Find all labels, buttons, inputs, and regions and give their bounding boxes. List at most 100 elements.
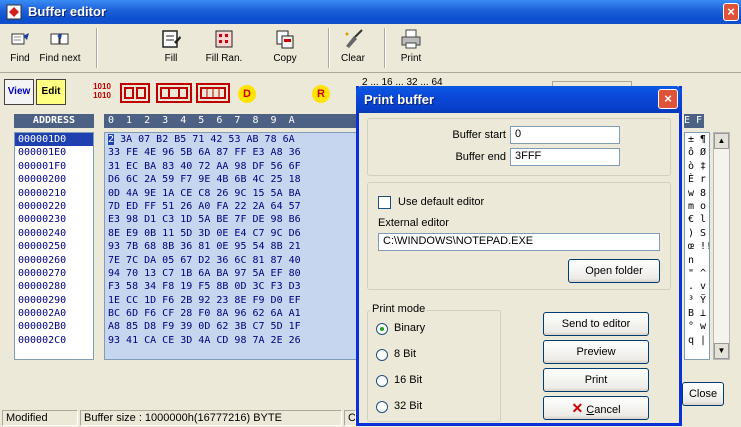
ascii-row[interactable]: ± ¶: [685, 133, 709, 146]
mode-8bit-radio[interactable]: [376, 349, 388, 361]
print-buffer-dialog: Print buffer × Buffer start 0 Buffer end…: [356, 86, 682, 426]
editor-group: Use default editor External editor C:\WI…: [367, 182, 671, 290]
ascii-row[interactable]: n: [685, 254, 709, 267]
ascii-row[interactable]: w 8: [685, 187, 709, 200]
random-button[interactable]: R: [312, 85, 330, 103]
mode-16bit-radio[interactable]: [376, 375, 388, 387]
dialog-print-button[interactable]: Print: [543, 368, 649, 392]
address-row[interactable]: 00000210: [15, 187, 93, 200]
buffer-start-label: Buffer start: [452, 129, 506, 141]
external-editor-input[interactable]: C:\WINDOWS\NOTEPAD.EXE: [378, 233, 660, 251]
find-next-button[interactable]: Find next: [36, 26, 84, 70]
ascii-row[interactable]: ³ Ÿ: [685, 294, 709, 307]
fill-button[interactable]: Fill: [156, 26, 186, 70]
mode-32bit-radio[interactable]: [376, 401, 388, 413]
cancel-button[interactable]: ✕ Cancel: [543, 396, 649, 420]
byte-grid-icon: [124, 87, 146, 99]
printer-icon: [401, 29, 421, 49]
find-label: Find: [10, 53, 30, 64]
address-row[interactable]: 00000280: [15, 280, 93, 293]
status-mode: Modified: [2, 410, 78, 426]
range-group: Buffer start 0 Buffer end 3FFF: [367, 118, 671, 176]
hex-cursor[interactable]: 2: [108, 134, 115, 145]
scroll-up-arrow-icon[interactable]: ▲: [714, 133, 729, 149]
window-title: Buffer editor: [28, 4, 106, 19]
ascii-row[interactable]: q |: [685, 334, 709, 347]
copy-label: Copy: [273, 53, 297, 64]
fill-icon: [162, 30, 181, 48]
ascii-row[interactable]: ô Ø: [685, 146, 709, 159]
ascii-row[interactable]: . v: [685, 280, 709, 293]
find-button[interactable]: Find: [6, 26, 34, 70]
address-column: 000001D0 000001E0 000001F0 00000200 0000…: [14, 132, 94, 360]
main-toolbar: Find Find next Fill Fill Ran. Copy Clear…: [0, 24, 741, 72]
fill-label: Fill: [164, 53, 178, 64]
address-row[interactable]: 00000290: [15, 294, 93, 307]
dword-view-button[interactable]: [196, 83, 230, 103]
buffer-end-label: Buffer end: [455, 151, 506, 163]
edit-mode-button[interactable]: Edit: [36, 79, 66, 105]
address-row[interactable]: 000002C0: [15, 334, 93, 347]
address-row[interactable]: 000002B0: [15, 320, 93, 333]
find-icon: [11, 33, 29, 45]
address-row[interactable]: 00000260: [15, 254, 93, 267]
ascii-row[interactable]: ° w: [685, 320, 709, 333]
word-view-button[interactable]: [156, 83, 192, 103]
address-header: ADDRESS: [14, 114, 94, 128]
decimal-button[interactable]: D: [238, 85, 256, 103]
address-row[interactable]: 00000200: [15, 173, 93, 186]
find-next-label: Find next: [39, 53, 81, 64]
address-row[interactable]: 00000220: [15, 200, 93, 213]
fill-random-label: Fill Ran.: [205, 53, 243, 64]
ascii-row[interactable]: € l: [685, 213, 709, 226]
buffer-start-input[interactable]: 0: [510, 126, 620, 144]
view-mode-button[interactable]: View: [4, 79, 34, 105]
scroll-down-arrow-icon[interactable]: ▼: [714, 343, 729, 359]
ascii-row[interactable]: ) S: [685, 227, 709, 240]
copy-button[interactable]: Copy: [270, 26, 300, 70]
dialog-title: Print buffer: [364, 92, 435, 107]
use-default-editor-label: Use default editor: [398, 196, 485, 208]
fill-random-button[interactable]: Fill Ran.: [204, 26, 244, 70]
clear-button[interactable]: Clear: [336, 26, 370, 70]
dialog-close-button[interactable]: ×: [658, 89, 678, 109]
address-row[interactable]: 00000240: [15, 227, 93, 240]
address-row[interactable]: 00000270: [15, 267, 93, 280]
ascii-row[interactable]: m o: [685, 200, 709, 213]
close-button[interactable]: Close: [682, 382, 724, 406]
byte-view-button[interactable]: [120, 83, 150, 103]
print-button[interactable]: Print: [394, 26, 428, 70]
use-default-editor-checkbox[interactable]: [378, 196, 391, 209]
address-row[interactable]: 000001D0: [15, 133, 93, 147]
binary-view-button[interactable]: 1010 1010: [86, 79, 118, 105]
vertical-scrollbar[interactable]: ▲ ▼: [713, 132, 730, 360]
ascii-row[interactable]: ò ‡: [685, 160, 709, 173]
ascii-row[interactable]: B ⊥: [685, 307, 709, 320]
ascii-column-header: E F: [684, 114, 704, 128]
toolbar-separator: [96, 28, 98, 68]
buffer-end-input[interactable]: 3FFF: [510, 148, 620, 166]
word-grid-icon: [160, 87, 188, 99]
cancel-label-rest: ancel: [594, 404, 621, 416]
title-bar: Buffer editor ×: [0, 0, 741, 24]
ascii-row[interactable]: œ !!: [685, 240, 709, 253]
preview-button[interactable]: Preview: [543, 340, 649, 364]
window-close-button[interactable]: ×: [723, 3, 739, 21]
fill-random-icon: [215, 30, 233, 48]
clear-label: Clear: [341, 53, 365, 64]
address-row[interactable]: 00000230: [15, 213, 93, 226]
send-to-editor-button[interactable]: Send to editor: [543, 312, 649, 336]
ascii-column[interactable]: ± ¶ ô Ø ò ‡ È r w 8 m o € l ) S œ !! n "…: [684, 132, 710, 360]
toolbar-separator: [384, 28, 386, 68]
address-row[interactable]: 000002A0: [15, 307, 93, 320]
address-row[interactable]: 000001F0: [15, 160, 93, 173]
address-row[interactable]: 000001E0: [15, 146, 93, 159]
ascii-row[interactable]: È r: [685, 173, 709, 186]
print-label: Print: [400, 53, 422, 64]
print-mode-label: Print mode: [370, 303, 428, 315]
mode-binary-radio[interactable]: [376, 323, 388, 335]
address-row[interactable]: 00000250: [15, 240, 93, 253]
ascii-row[interactable]: " ^: [685, 267, 709, 280]
open-folder-button[interactable]: Open folder: [568, 259, 660, 283]
hex-row-text: 3A 07 B2 B5 71 42 53 AB 78 6A: [120, 134, 295, 145]
